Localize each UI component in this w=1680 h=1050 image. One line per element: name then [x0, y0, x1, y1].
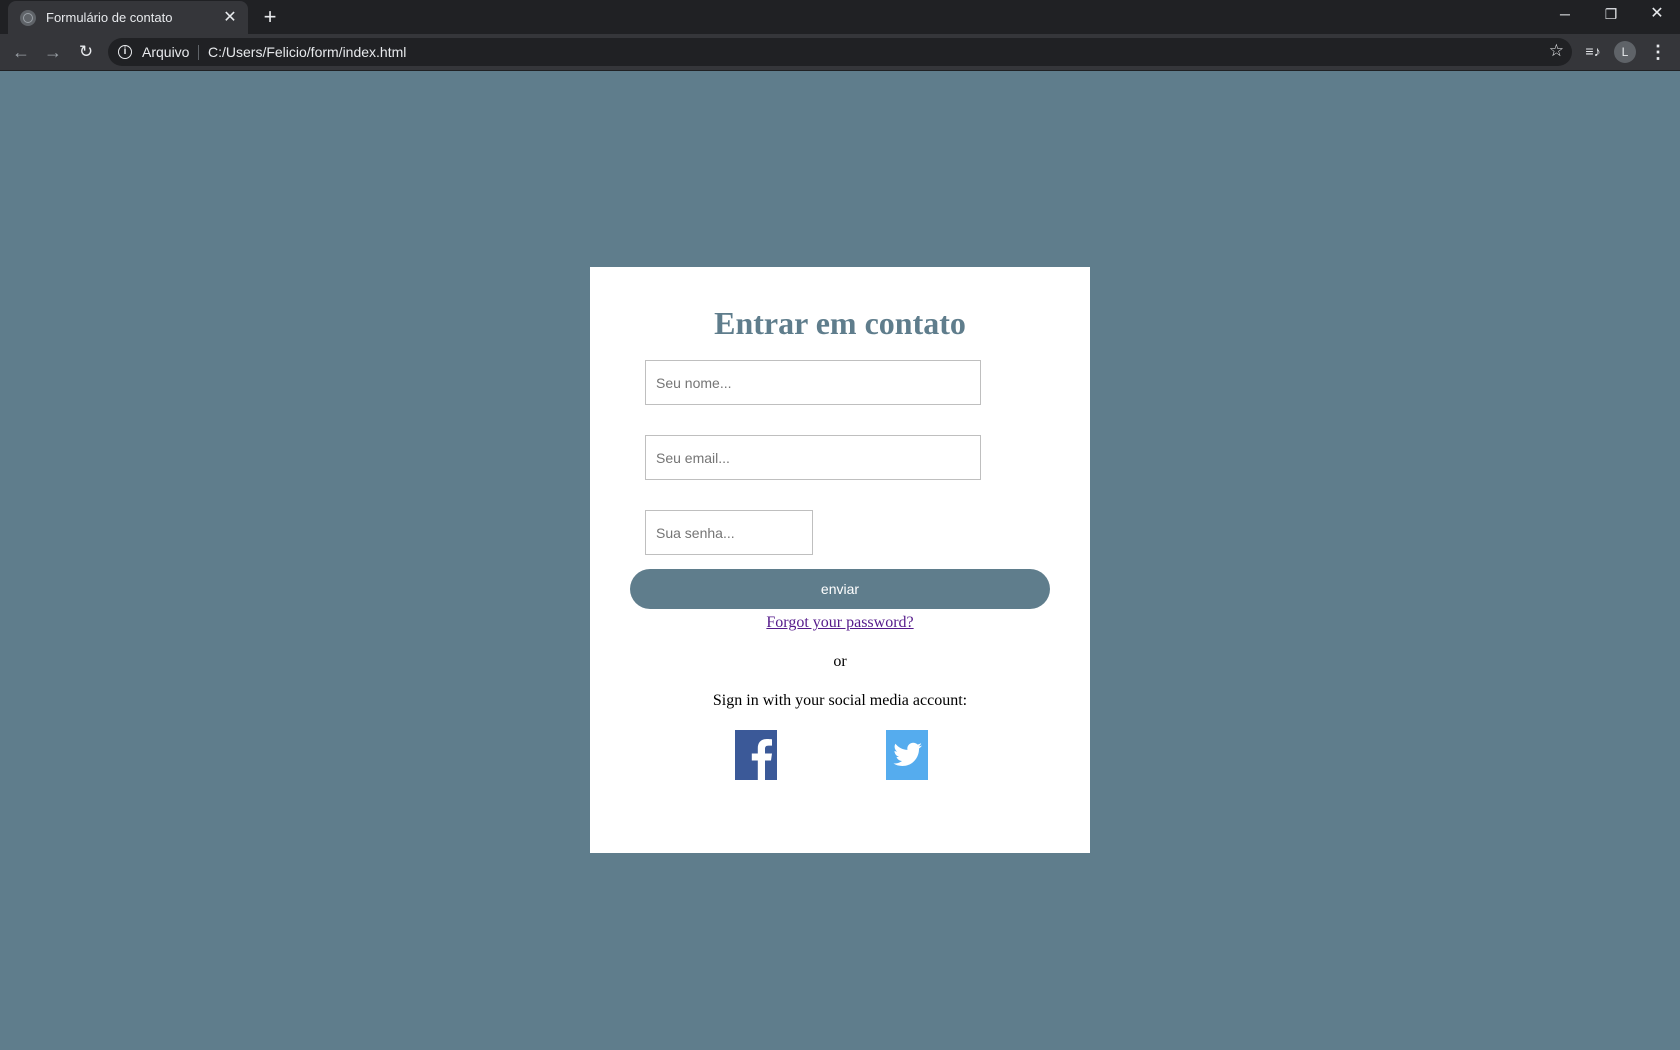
globe-icon	[20, 9, 36, 26]
password-field[interactable]	[645, 510, 813, 555]
browser-tab[interactable]: Formulário de contato ✕	[8, 1, 248, 34]
facebook-button[interactable]	[735, 730, 777, 780]
reload-icon[interactable]: ↻	[74, 40, 98, 64]
name-field[interactable]	[645, 360, 981, 405]
tab-title: Formulário de contato	[46, 10, 173, 25]
forgot-password-row: Forgot your password?	[590, 614, 1090, 632]
media-control-icon[interactable]: ≡♪	[1583, 41, 1603, 61]
url-text[interactable]: C:/Users/Felicio/form/index.html	[208, 44, 406, 60]
page-viewport: Entrar em contato enviar Forgot your pas…	[0, 71, 1680, 1050]
arrow-right-icon[interactable]: →	[41, 40, 65, 64]
avatar[interactable]: L	[1614, 41, 1636, 63]
address-divider	[198, 45, 199, 60]
contact-form-card: Entrar em contato enviar Forgot your pas…	[590, 267, 1090, 853]
forgot-password-link[interactable]: Forgot your password?	[766, 614, 913, 631]
submit-button[interactable]: enviar	[630, 569, 1050, 609]
close-icon[interactable]: ✕	[222, 9, 238, 26]
more-vert-icon[interactable]: ⋮	[1649, 41, 1667, 63]
or-separator: or	[833, 653, 847, 670]
arrow-left-icon[interactable]: ←	[9, 40, 33, 64]
twitter-button[interactable]	[886, 730, 928, 780]
page-title: Entrar em contato	[714, 305, 966, 341]
info-icon[interactable]: i	[118, 45, 132, 59]
facebook-icon	[751, 739, 772, 780]
restore-icon[interactable]: ❐	[1588, 0, 1634, 30]
plus-icon[interactable]: +	[258, 5, 282, 29]
star-icon[interactable]: ☆	[1549, 41, 1564, 61]
address-bar[interactable]: i Arquivo C:/Users/Felicio/form/index.ht…	[108, 38, 1572, 66]
email-field[interactable]	[645, 435, 981, 480]
twitter-icon	[893, 742, 922, 766]
browser-titlebar: Formulário de contato ✕ + ─ ❐ ✕	[0, 0, 1680, 34]
minimize-icon[interactable]: ─	[1542, 0, 1588, 30]
browser-toolbar: ← → ↻ i Arquivo C:/Users/Felicio/form/in…	[0, 34, 1680, 71]
social-signin-label: Sign in with your social media account:	[712, 692, 968, 709]
window-close-icon[interactable]: ✕	[1634, 0, 1680, 30]
origin-label: Arquivo	[142, 44, 190, 60]
